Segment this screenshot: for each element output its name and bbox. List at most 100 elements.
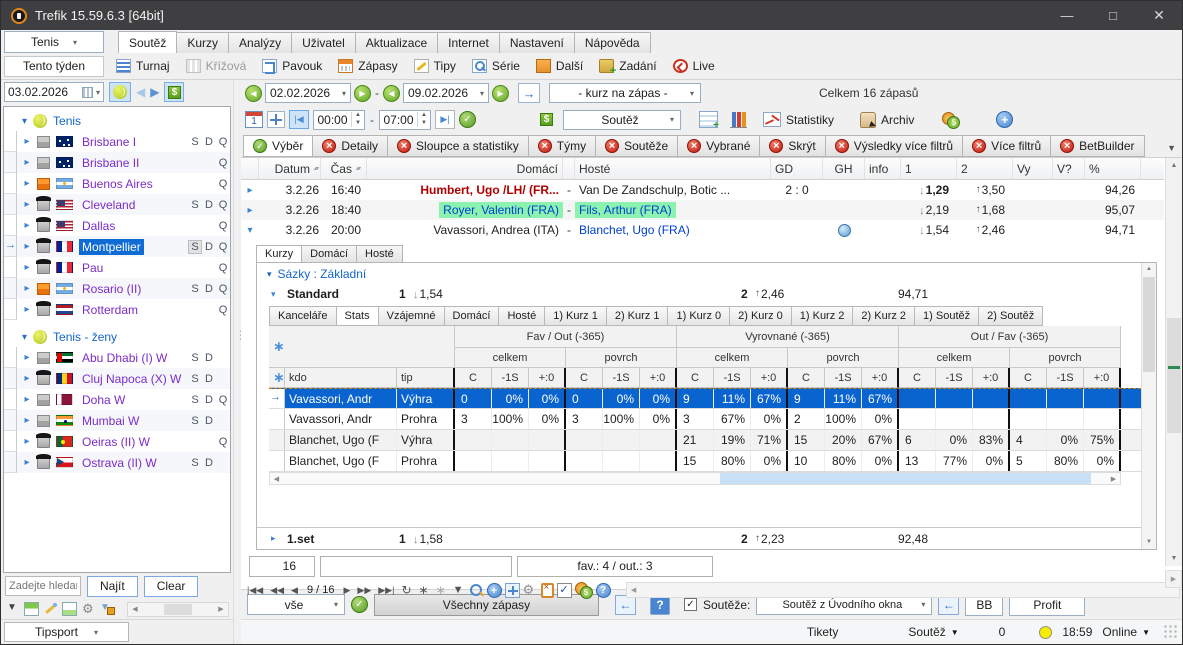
filter-tab[interactable]: Více filtrů bbox=[962, 135, 1051, 157]
apply-range-button[interactable]: → bbox=[518, 83, 540, 103]
toolbar-button[interactable]: Série bbox=[472, 59, 520, 73]
period-label[interactable]: Tento týden bbox=[4, 56, 104, 77]
tickets-status[interactable]: Tikety bbox=[807, 625, 839, 639]
toolbar-button[interactable]: Tipy bbox=[414, 59, 456, 73]
tournament-row[interactable]: ▸ Buenos Aires Q bbox=[4, 173, 230, 194]
scroll-up-icon[interactable]: ▲ bbox=[1166, 158, 1182, 173]
time-start-button[interactable]: |◀ bbox=[289, 110, 309, 129]
table-add-icon[interactable] bbox=[699, 111, 718, 128]
stats-subtab[interactable]: Stats bbox=[336, 306, 379, 326]
move-icon[interactable] bbox=[505, 583, 520, 598]
detail-vscrollbar[interactable]: ▲ ▼ bbox=[1141, 263, 1156, 549]
filter-funnel-icon[interactable] bbox=[5, 602, 20, 616]
expand-arrow-icon[interactable]: ▸ bbox=[17, 199, 37, 210]
tournament-row[interactable]: ▸ Rotterdam Q bbox=[4, 299, 230, 320]
stats-col[interactable]: C bbox=[788, 368, 825, 388]
search-input[interactable] bbox=[5, 576, 81, 596]
date-picker[interactable]: 03.02.2026 ▾ bbox=[4, 82, 104, 102]
filter-tab[interactable]: Výsledky více filtrů bbox=[825, 135, 963, 157]
stats-row[interactable]: Vavassori, Andr Výhra 0 0% 0% 0 0% 0% 9 bbox=[269, 388, 1141, 409]
filter-tab[interactable]: Výběr bbox=[243, 135, 313, 157]
maximize-button[interactable]: □ bbox=[1090, 1, 1136, 30]
scroll-down-icon[interactable]: ▼ bbox=[1142, 536, 1156, 549]
tournament-row[interactable]: ▸ Oeiras (II) W Q bbox=[4, 431, 230, 452]
online-status[interactable]: Online▼ bbox=[1102, 625, 1150, 639]
detail-tab[interactable]: Kurzy bbox=[256, 245, 302, 262]
tournament-row[interactable]: ▸ Cleveland S D Q bbox=[4, 194, 230, 215]
stats-col[interactable]: -1S bbox=[1047, 368, 1084, 388]
stats-col[interactable]: +:0 bbox=[640, 368, 677, 388]
expand-arrow-icon[interactable]: ▸ bbox=[17, 220, 37, 231]
tournament-row[interactable]: ▸ Rosario (II) S D Q bbox=[4, 278, 230, 299]
stats-subtab[interactable]: Hosté bbox=[498, 306, 545, 326]
nav-star-light-icon[interactable]: ∗ bbox=[434, 583, 448, 597]
menu-tab[interactable]: Internet bbox=[437, 32, 500, 53]
col-info[interactable]: info bbox=[865, 158, 901, 179]
move-icon[interactable] bbox=[267, 111, 285, 128]
col-hoste[interactable]: Hosté bbox=[575, 158, 771, 179]
stats-col[interactable]: -1S bbox=[714, 368, 751, 388]
tournament-row[interactable]: ▸ Dallas Q bbox=[4, 215, 230, 236]
toolbar-button[interactable]: Křížová bbox=[186, 59, 247, 73]
toolbar-button[interactable]: Zápasy bbox=[338, 59, 397, 73]
detail-tab[interactable]: Hosté bbox=[356, 245, 403, 262]
stats-col[interactable]: C bbox=[899, 368, 936, 388]
stats-col[interactable]: +:0 bbox=[862, 368, 899, 388]
collapse-arrow-icon[interactable]: ▾ bbox=[267, 269, 272, 280]
league-mode-select[interactable]: Soutěž ▾ bbox=[563, 110, 681, 130]
stats-col[interactable]: +:0 bbox=[751, 368, 788, 388]
filter-tab[interactable]: Sloupce a statistiky bbox=[387, 135, 529, 157]
bar-chart-icon[interactable] bbox=[730, 112, 747, 128]
col-datum[interactable]: Datum▴▾ bbox=[259, 158, 321, 179]
gear-icon[interactable] bbox=[81, 602, 96, 616]
scroll-left-icon[interactable]: ◀ bbox=[627, 586, 641, 594]
toolbar-button[interactable]: Další bbox=[536, 59, 583, 73]
stats-subtab[interactable]: 1) Soutěž bbox=[914, 306, 979, 326]
filter-tab[interactable]: Skrýt bbox=[759, 135, 825, 157]
clipboard-icon[interactable] bbox=[541, 583, 554, 598]
tournament-row[interactable]: ▸ Doha W S D Q bbox=[4, 389, 230, 410]
footer-blank-box[interactable] bbox=[320, 556, 512, 577]
expand-arrow-icon[interactable]: ▸ bbox=[241, 185, 259, 196]
expand-arrow-icon[interactable]: ▸ bbox=[17, 157, 37, 168]
menu-tab[interactable]: Nápověda bbox=[574, 32, 651, 53]
expand-arrow-icon[interactable]: ▸ bbox=[17, 415, 37, 426]
statistics-button[interactable]: Statistiky bbox=[763, 112, 834, 127]
expand-arrow-icon[interactable]: ▾ bbox=[241, 225, 259, 236]
col-gd[interactable]: GD bbox=[771, 158, 823, 179]
match-row[interactable]: ▾ 3.2.26 20:00 Vavassori, Andrea (ITA) -… bbox=[241, 220, 1164, 240]
stats-subtab[interactable]: 2) Kurz 2 bbox=[852, 306, 915, 326]
tree-group-tenis-zeny[interactable]: ▾ Tenis - ženy bbox=[4, 326, 230, 347]
filter-tab[interactable]: Týmy bbox=[528, 135, 596, 157]
panel-splitter[interactable] bbox=[233, 80, 241, 644]
col-cas[interactable]: Čas▴▾ bbox=[321, 158, 367, 179]
stats-col[interactable]: C bbox=[566, 368, 603, 388]
menu-tab[interactable]: Kurzy bbox=[176, 32, 229, 53]
scroll-up-icon[interactable]: ▲ bbox=[1142, 263, 1156, 276]
close-button[interactable]: ✕ bbox=[1136, 1, 1182, 30]
check-icon[interactable]: ✓ bbox=[557, 583, 572, 598]
collapse-arrow-icon[interactable]: ▾ bbox=[22, 116, 27, 127]
expand-arrow-icon[interactable]: ▸ bbox=[17, 457, 37, 468]
tree-group-tenis[interactable]: ▾ Tenis bbox=[4, 110, 230, 131]
time-to-input[interactable]: 07:00 ▲▼ bbox=[379, 110, 431, 130]
zoom-plus-icon[interactable]: + bbox=[487, 583, 502, 598]
date-to-prev-icon[interactable]: ◀ bbox=[383, 85, 400, 102]
spinner-arrows[interactable]: ▲▼ bbox=[351, 112, 364, 128]
expand-arrow-icon[interactable]: ▸ bbox=[271, 533, 287, 544]
col-kurz1[interactable]: 1 bbox=[901, 158, 957, 179]
nav-fast-prev-button[interactable]: ◀◀ bbox=[268, 585, 286, 596]
expand-arrow-icon[interactable]: ▸ bbox=[17, 262, 37, 273]
bets-section-header[interactable]: ▾ Sázky : Základní bbox=[257, 263, 1141, 283]
nav-refresh-icon[interactable]: ↻ bbox=[399, 583, 413, 597]
menu-tab[interactable]: Uživatel bbox=[291, 32, 356, 53]
prev-day-button[interactable]: ◀ bbox=[136, 86, 145, 98]
col-gh[interactable]: GH bbox=[823, 158, 865, 179]
detail-tab[interactable]: Domácí bbox=[301, 245, 357, 262]
stats-subtab[interactable]: Vzájemné bbox=[378, 306, 445, 326]
collapse-arrow-icon[interactable]: ▾ bbox=[22, 332, 27, 343]
funnel-lock-icon[interactable] bbox=[100, 602, 115, 616]
tournament-row[interactable]: ▸ Brisbane II Q bbox=[4, 152, 230, 173]
nav-star-icon[interactable]: ∗ bbox=[417, 583, 431, 597]
nav-next-button[interactable]: ▶ bbox=[341, 585, 352, 596]
